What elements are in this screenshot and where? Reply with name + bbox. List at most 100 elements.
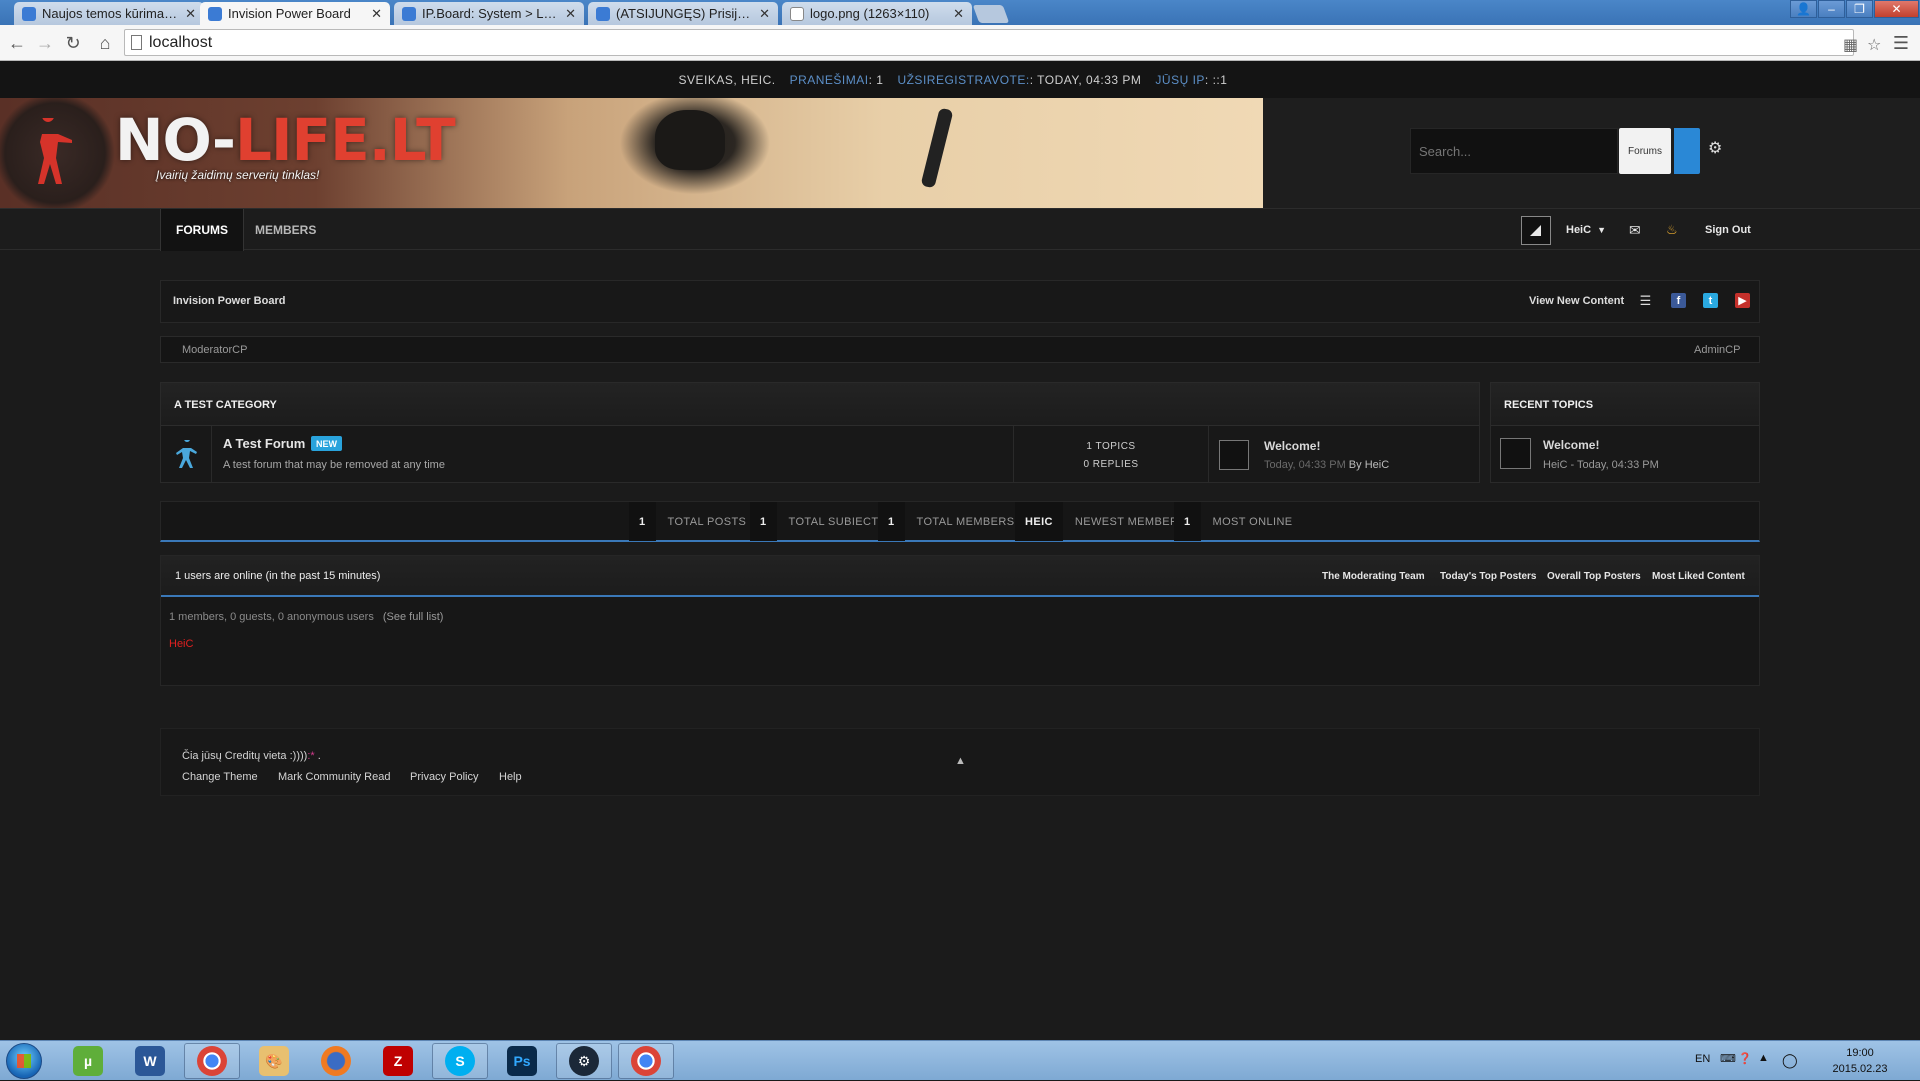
steam-icon[interactable]: ⚙ (556, 1043, 612, 1079)
search-submit-button[interactable] (1674, 128, 1700, 174)
language-indicator[interactable]: EN (1695, 1053, 1710, 1065)
messages-link[interactable]: PRANEŠIMAI (790, 73, 869, 87)
user-avatar[interactable] (1521, 216, 1551, 245)
last-post-title[interactable]: Welcome! (1264, 439, 1320, 453)
tab-close-icon[interactable]: ✕ (953, 6, 964, 22)
address-bar[interactable]: ▦ ☆ (124, 29, 1881, 56)
word-icon[interactable]: W (122, 1043, 178, 1079)
bookmark-star-icon[interactable]: ☆ (1867, 35, 1881, 55)
minimize-button[interactable]: – (1818, 0, 1845, 18)
forward-arrow-icon[interactable]: → (34, 32, 56, 54)
back-to-top-icon[interactable]: ▲ (955, 755, 966, 767)
privacy-policy-link[interactable]: Privacy Policy (410, 771, 478, 783)
new-tab-button[interactable] (972, 5, 1010, 23)
tab-close-icon[interactable]: ✕ (371, 6, 382, 22)
search-input[interactable] (1419, 139, 1609, 163)
profile-icon[interactable]: 👤 (1790, 0, 1817, 18)
back-arrow-icon[interactable]: ← (6, 32, 28, 54)
youtube-icon[interactable]: ▶ (1735, 293, 1750, 308)
reload-icon[interactable]: ↻ (62, 32, 84, 54)
gear-icon[interactable]: ⚙ (1708, 138, 1722, 158)
home-icon[interactable]: ⌂ (94, 32, 116, 54)
photoshop-icon[interactable]: Ps (494, 1043, 550, 1079)
online-user-link[interactable]: HeiC (169, 638, 193, 650)
most-liked-content-link[interactable]: Most Liked Content (1652, 571, 1745, 582)
view-new-content-link[interactable]: View New Content (1529, 295, 1624, 307)
tray-expand-icon[interactable]: ▲ (1758, 1052, 1769, 1064)
tab-close-icon[interactable]: ✕ (565, 6, 576, 22)
twitter-icon[interactable]: t (1703, 293, 1718, 308)
todays-top-posters-link[interactable]: Today's Top Posters (1440, 571, 1536, 582)
firefox-glyph (321, 1046, 351, 1076)
utorrent-icon[interactable]: µ (60, 1043, 116, 1079)
see-full-list-link[interactable]: (See full list) (383, 611, 444, 623)
user-menu[interactable]: HeiC ▼ (1566, 209, 1606, 251)
system-clock[interactable]: 19:00 2015.02.23 (1815, 1045, 1905, 1077)
last-post-avatar[interactable] (1219, 440, 1249, 470)
admincp-link[interactable]: AdminCP (1694, 344, 1740, 356)
start-button[interactable] (6, 1043, 42, 1079)
url-input[interactable] (149, 32, 1789, 53)
browser-tab-2[interactable]: Invision Power Board ✕ (200, 2, 390, 25)
skype-icon[interactable]: S (432, 1043, 488, 1079)
chrome-icon[interactable] (618, 1043, 674, 1079)
site-logo: NO-LIFE.LT (115, 106, 456, 174)
restore-button[interactable]: ❐ (1846, 0, 1873, 18)
category-title[interactable]: A TEST CATEGORY (161, 383, 1479, 426)
keyboard-icon[interactable]: ⌨ (1720, 1052, 1736, 1065)
stat-value[interactable]: HEIC (1015, 502, 1063, 541)
search-scope-button[interactable]: Forums (1619, 128, 1671, 174)
facebook-icon[interactable]: f (1671, 293, 1686, 308)
site-tagline: Įvairių žaidimų serverių tinklas! (156, 168, 320, 182)
mark-community-read-link[interactable]: Mark Community Read (278, 771, 390, 783)
tab-forums[interactable]: FORUMS (160, 209, 244, 251)
stat-label: NEWEST MEMBER (1074, 515, 1179, 528)
browser-tab-3[interactable]: IP.Board: System > Look & ✕ (394, 2, 584, 25)
help-icon[interactable]: ❓ (1738, 1052, 1752, 1065)
paint-icon[interactable]: 🎨 (246, 1043, 302, 1079)
help-link[interactable]: Help (499, 771, 522, 783)
browser-tab-1[interactable]: Naujos temos kūrimas - S ✕ (14, 2, 204, 25)
chrome-menu-icon[interactable]: ☰ (1890, 32, 1912, 54)
forum-title-link[interactable]: A Test Forum (223, 436, 305, 451)
recent-topic-avatar[interactable] (1500, 438, 1531, 469)
page-footer: Čia jūsų Creditų vieta :)))):* . Change … (160, 728, 1760, 796)
translate-icon[interactable]: ▦ (1843, 35, 1858, 55)
breadcrumb-root[interactable]: Invision Power Board (173, 295, 285, 307)
overall-top-posters-link[interactable]: Overall Top Posters (1547, 571, 1641, 582)
windows-taskbar: µ W 🎨 Z S Ps ⚙ EN ⌨ ❓ ▲ ◯ 19:00 2015.02.… (0, 1040, 1920, 1080)
credit-text: Čia jūsų Creditų vieta :)))) (182, 750, 308, 762)
sign-out-link[interactable]: Sign Out (1705, 209, 1751, 251)
change-theme-link[interactable]: Change Theme (182, 771, 258, 783)
network-icon[interactable]: ◯ (1782, 1052, 1798, 1069)
moderating-team-link[interactable]: The Moderating Team (1322, 571, 1425, 582)
messenger-envelope-icon[interactable]: ✉ (1629, 209, 1641, 251)
footer-credit: Čia jūsų Creditų vieta :)))):* . (182, 750, 321, 762)
tab-close-icon[interactable]: ✕ (759, 6, 770, 22)
browser-toolbar: ← → ↻ ⌂ ▦ ☆ ☰ (0, 25, 1920, 61)
moderatorcp-link[interactable]: ModeratorCP (182, 344, 247, 356)
site-banner[interactable]: NO-LIFE.LT Įvairių žaidimų serverių tink… (0, 98, 1263, 208)
close-window-button[interactable]: ✕ (1874, 0, 1919, 18)
tab-close-icon[interactable]: ✕ (185, 6, 196, 22)
browser-tab-5[interactable]: logo.png (1263×110) ✕ (782, 2, 972, 25)
filezilla-icon[interactable]: Z (370, 1043, 426, 1079)
stat-most-online: 1 MOST ONLINE (1174, 502, 1305, 541)
page-icon (131, 35, 142, 50)
user-menu-name: HeiC (1566, 224, 1592, 236)
list-icon[interactable]: ☰ (1638, 293, 1653, 308)
online-users-header: 1 users are online (in the past 15 minut… (161, 556, 1759, 597)
last-post-time: Today, 04:33 PM (1264, 459, 1346, 471)
online-counts: 1 members, 0 guests, 0 anonymous users (169, 611, 374, 623)
browser-tab-4[interactable]: (ATSIJUNGĘS) Prisijungim ✕ (588, 2, 778, 25)
tab-members[interactable]: MEMBERS (240, 209, 331, 251)
recent-topic-title[interactable]: Welcome! (1543, 438, 1599, 452)
paint-glyph: 🎨 (259, 1046, 289, 1076)
logo-main: NO- (115, 106, 236, 174)
chrome-icon[interactable] (184, 1043, 240, 1079)
firefox-icon[interactable] (308, 1043, 364, 1079)
notification-bell-icon[interactable]: ♨ (1666, 209, 1678, 251)
last-post-author[interactable]: HeiC (1365, 459, 1389, 471)
primary-nav: FORUMS MEMBERS HeiC ▼ ✉ ♨ Sign Out (0, 208, 1920, 251)
stat-value: 1 (878, 502, 905, 541)
